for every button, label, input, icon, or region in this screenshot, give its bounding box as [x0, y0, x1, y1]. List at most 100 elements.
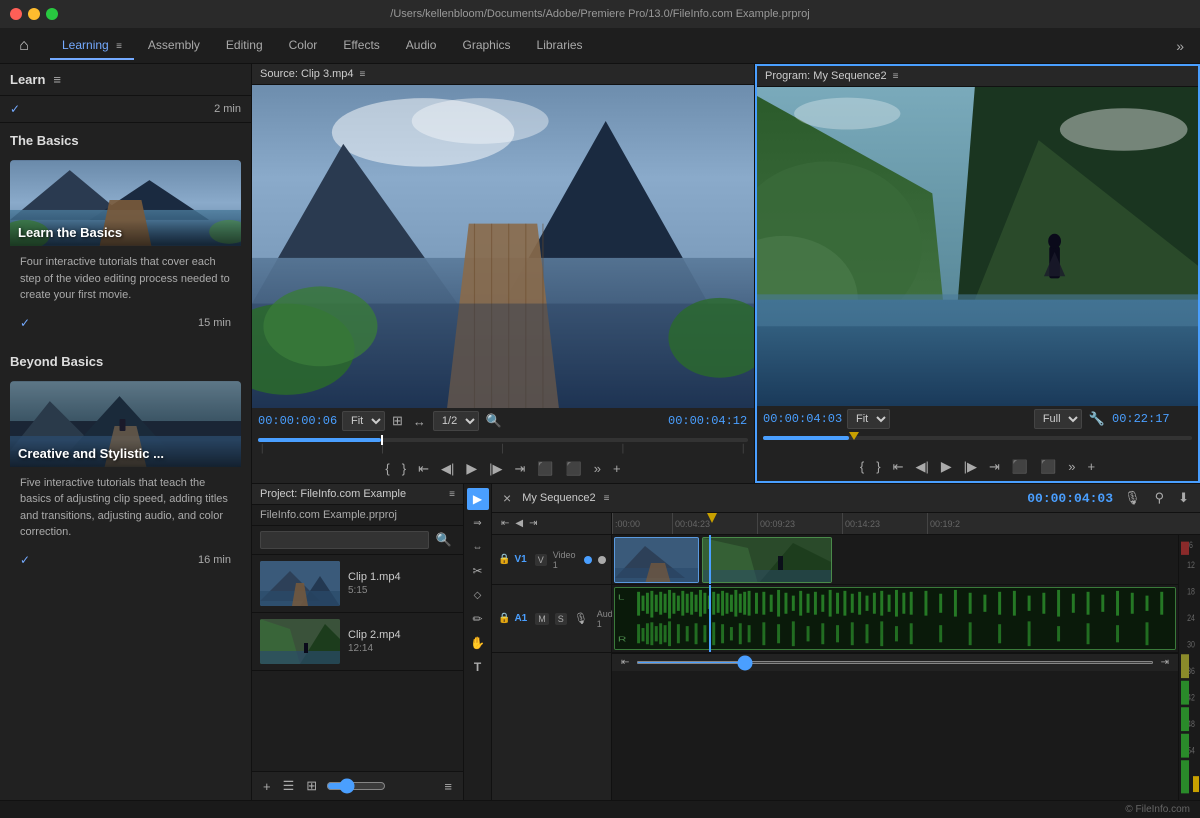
source-overwrite-btn[interactable]: ⬛: [563, 459, 585, 479]
source-more-btn[interactable]: »: [591, 459, 604, 478]
project-search-icon[interactable]: 🔍: [433, 530, 455, 550]
project-new-item-btn[interactable]: +: [260, 777, 274, 796]
source-playhead[interactable]: [381, 435, 383, 445]
program-settings-btn[interactable]: 🔧: [1086, 409, 1108, 429]
sidebar-menu-icon[interactable]: ≡: [53, 72, 61, 87]
timeline-go-end-btn[interactable]: ⇥: [526, 516, 540, 531]
project-toolbar: + ☰ ⊞ ≡: [252, 771, 463, 800]
tab-libraries[interactable]: Libraries: [525, 32, 595, 60]
project-search-input[interactable]: [260, 531, 429, 549]
v1-mute-btn[interactable]: V: [535, 554, 547, 566]
source-step-back-btn[interactable]: ◀|: [438, 459, 457, 479]
project-settings-btn[interactable]: ≡: [441, 777, 455, 796]
timeline-settings-btn[interactable]: 🎙: [1121, 488, 1144, 508]
program-step-back-btn[interactable]: ◀|: [912, 457, 931, 477]
track-a1-content: L R: [612, 585, 1178, 653]
program-mark-in-btn[interactable]: {: [857, 457, 867, 476]
tab-assembly[interactable]: Assembly: [136, 32, 212, 60]
pen-tool-btn[interactable]: ✏: [467, 608, 489, 630]
tab-audio[interactable]: Audio: [394, 32, 449, 60]
timeline-close-btn[interactable]: ×: [500, 488, 514, 508]
slip-tool-btn[interactable]: ◇: [467, 584, 489, 606]
source-insert-btn[interactable]: ⬛: [534, 459, 556, 479]
ripple-edit-btn[interactable]: ⇔: [467, 536, 489, 558]
source-zoom-btn[interactable]: 🔍: [483, 411, 505, 431]
program-scrubber[interactable]: [763, 436, 1192, 440]
tab-color[interactable]: Color: [277, 32, 330, 60]
project-icon-view-btn[interactable]: ⊞: [303, 776, 320, 796]
source-settings-btn[interactable]: ↔: [410, 412, 429, 431]
program-add-btn[interactable]: +: [1085, 457, 1099, 476]
timeline-ruler[interactable]: :00:00 00:04:23 00:09:23 00:14:23 00:19:…: [612, 513, 1200, 534]
project-zoom-slider[interactable]: [326, 778, 386, 794]
thumb-label-learn-basics: Learn the Basics: [10, 219, 241, 246]
video-clip-1[interactable]: [614, 537, 699, 583]
tab-graphics[interactable]: Graphics: [450, 32, 522, 60]
project-list-view-btn[interactable]: ☰: [280, 776, 298, 796]
audio-clip-block[interactable]: L R: [614, 587, 1176, 650]
timeline-scroll-right-btn[interactable]: ⇥: [1158, 655, 1172, 670]
timeline-menu-icon[interactable]: ≡: [604, 493, 610, 504]
source-mark-out-btn[interactable]: }: [399, 459, 409, 478]
source-monitor-menu-icon[interactable]: ≡: [360, 69, 366, 80]
timeline-go-start-btn[interactable]: ⇤: [498, 516, 512, 531]
program-fit-dropdown[interactable]: Fit: [847, 409, 890, 429]
type-tool-btn[interactable]: T: [467, 656, 489, 678]
project-panel-menu-icon[interactable]: ≡: [449, 489, 455, 500]
source-step-fwd-btn[interactable]: |▶: [486, 459, 505, 479]
tab-learning[interactable]: Learning ≡: [50, 32, 134, 60]
a1-mic-btn[interactable]: 🎙: [571, 610, 591, 627]
a1-playhead-line: [709, 585, 711, 652]
program-lift-btn[interactable]: ⬛: [1009, 457, 1031, 477]
timeline-more-btn[interactable]: ⬇: [1175, 488, 1192, 508]
program-playhead-marker[interactable]: [849, 432, 859, 440]
timeline-zoom-slider[interactable]: [636, 661, 1153, 664]
track-select-tool-btn[interactable]: ⇒: [467, 512, 489, 534]
source-fit-dropdown[interactable]: Fit: [342, 411, 385, 431]
program-video-svg: [757, 87, 1198, 406]
program-more-btn[interactable]: »: [1065, 457, 1078, 476]
hand-tool-btn[interactable]: ✋: [467, 632, 489, 654]
selection-tool-btn[interactable]: ▶: [467, 488, 489, 510]
program-monitor-menu-icon[interactable]: ≡: [893, 71, 899, 82]
source-go-in-btn[interactable]: ⇤: [415, 459, 432, 479]
source-scrubber[interactable]: [258, 438, 748, 442]
program-go-out-btn[interactable]: ⇥: [986, 457, 1003, 477]
card-footer-learn-basics: ✓ 15 min: [10, 312, 241, 338]
source-go-out-btn[interactable]: ⇥: [512, 459, 529, 479]
program-extract-btn[interactable]: ⬛: [1037, 457, 1059, 477]
a1-lock-icon[interactable]: 🔒: [498, 613, 510, 624]
source-play-btn[interactable]: ▶: [463, 458, 480, 479]
source-mark-in-btn[interactable]: {: [382, 459, 392, 478]
a1-solo-btn[interactable]: S: [555, 613, 567, 625]
video-clip-2[interactable]: [702, 537, 832, 583]
program-mark-out-btn[interactable]: }: [873, 457, 883, 476]
timeline-add-track-btn[interactable]: ⚲: [1152, 488, 1168, 508]
tab-effects[interactable]: Effects: [331, 32, 391, 60]
program-play-btn[interactable]: ▶: [938, 456, 955, 477]
source-safe-margins-btn[interactable]: ⊞: [389, 411, 406, 431]
source-scale-dropdown[interactable]: 1/2: [433, 411, 479, 431]
more-workspaces-button[interactable]: »: [1168, 38, 1192, 54]
timeline-step-back-btn2[interactable]: ◀: [512, 516, 526, 531]
program-go-in-btn[interactable]: ⇤: [890, 457, 907, 477]
fullscreen-button[interactable]: [46, 8, 58, 20]
source-add-btn[interactable]: +: [610, 459, 624, 478]
home-button[interactable]: ⌂: [8, 30, 40, 62]
tab-editing[interactable]: Editing: [214, 32, 275, 60]
program-step-fwd-btn[interactable]: |▶: [961, 457, 980, 477]
v1-lock-icon[interactable]: 🔒: [498, 554, 510, 565]
a1-mute-btn[interactable]: M: [535, 613, 549, 625]
tutorial-card-learn-basics[interactable]: Learn the Basics Four interactive tutori…: [10, 160, 241, 338]
minimize-button[interactable]: [28, 8, 40, 20]
clip-item-1[interactable]: Clip 1.mp4 5:15: [252, 555, 463, 613]
close-button[interactable]: [10, 8, 22, 20]
program-full-dropdown[interactable]: Full: [1034, 409, 1082, 429]
tutorial-card-creative[interactable]: Creative and Stylistic ... Five interact…: [10, 381, 241, 575]
tools-strip: ▶ ⇒ ⇔ ✂ ◇ ✏ ✋ T: [464, 484, 492, 800]
razor-tool-btn[interactable]: ✂: [467, 560, 489, 582]
tab-learning-menu-icon[interactable]: ≡: [116, 41, 122, 52]
timeline-go-start-btn2[interactable]: ⇤: [618, 655, 632, 670]
clip-item-2[interactable]: Clip 2.mp4 12:14: [252, 613, 463, 671]
timeline-playhead-marker: [707, 513, 717, 523]
